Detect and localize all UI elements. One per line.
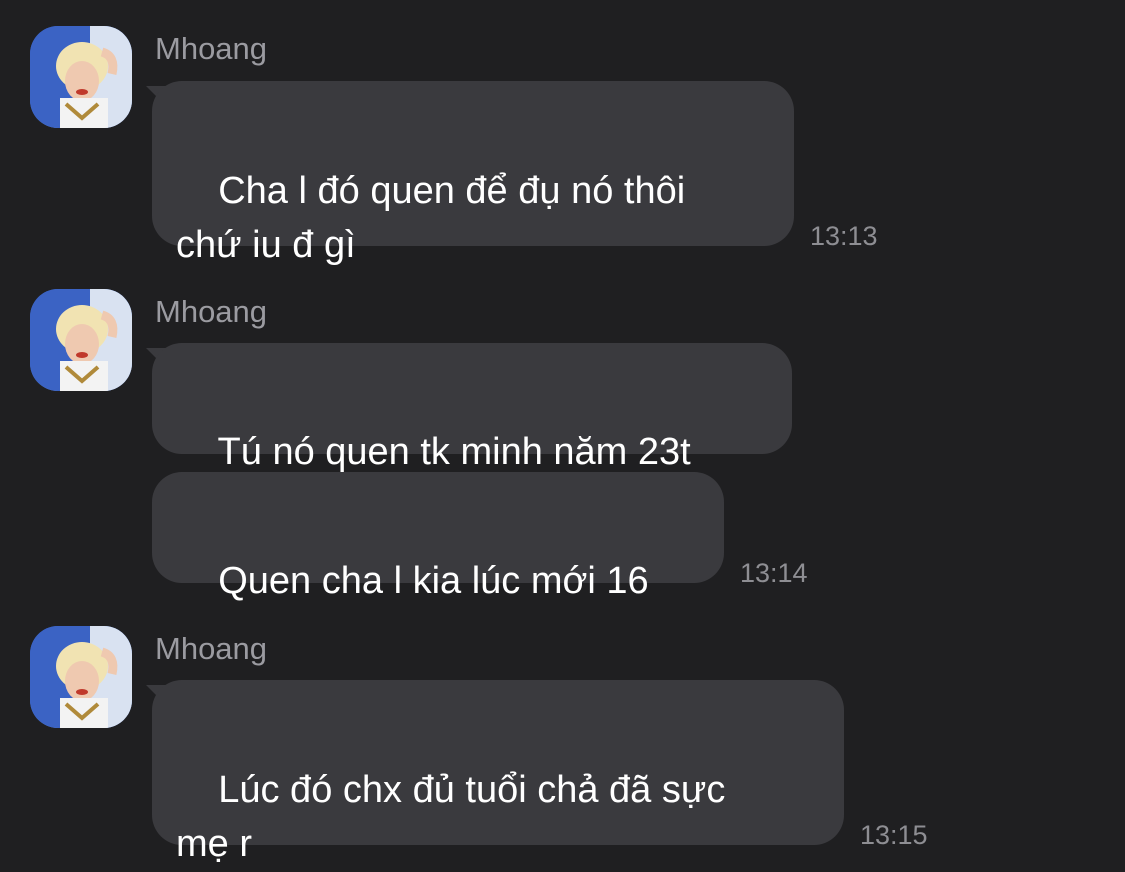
message-timestamp: 13:14 [740, 558, 808, 588]
avatar-photo-icon [30, 626, 132, 728]
avatar-photo-icon [30, 289, 132, 391]
message-text: Cha l đó quen để đụ nó thôi chứ iu đ gì [176, 170, 686, 266]
sender-avatar[interactable] [30, 626, 132, 728]
sender-name: Mhoang [155, 294, 268, 329]
sender-avatar[interactable] [30, 289, 132, 391]
message-bubble[interactable]: Cha l đó quen để đụ nó thôi chứ iu đ gì [152, 81, 794, 266]
message-text: Tú nó quen tk minh năm 23t [217, 431, 691, 473]
message-timestamp: 13:15 [860, 820, 928, 850]
sender-avatar[interactable] [30, 26, 132, 128]
sender-name: Mhoang [155, 631, 268, 666]
message-text: Quen cha l kia lúc mới 16 [218, 560, 649, 602]
message-text: Lúc đó chx đủ tuổi chả đã sực mẹ r [176, 769, 726, 865]
message-bubble[interactable]: Quen cha l kia lúc mới 16 [152, 472, 724, 602]
message-bubble[interactable]: Tú nó quen tk minh năm 23t [152, 343, 792, 473]
sender-name: Mhoang [155, 31, 268, 66]
message-bubble[interactable]: Lúc đó chx đủ tuổi chả đã sực mẹ r [152, 680, 844, 865]
avatar-photo-icon [30, 26, 132, 128]
message-timestamp: 13:13 [810, 221, 878, 251]
chat-thread: Mhoang Cha l đó quen để đụ nó thôi chứ i… [0, 0, 1125, 872]
